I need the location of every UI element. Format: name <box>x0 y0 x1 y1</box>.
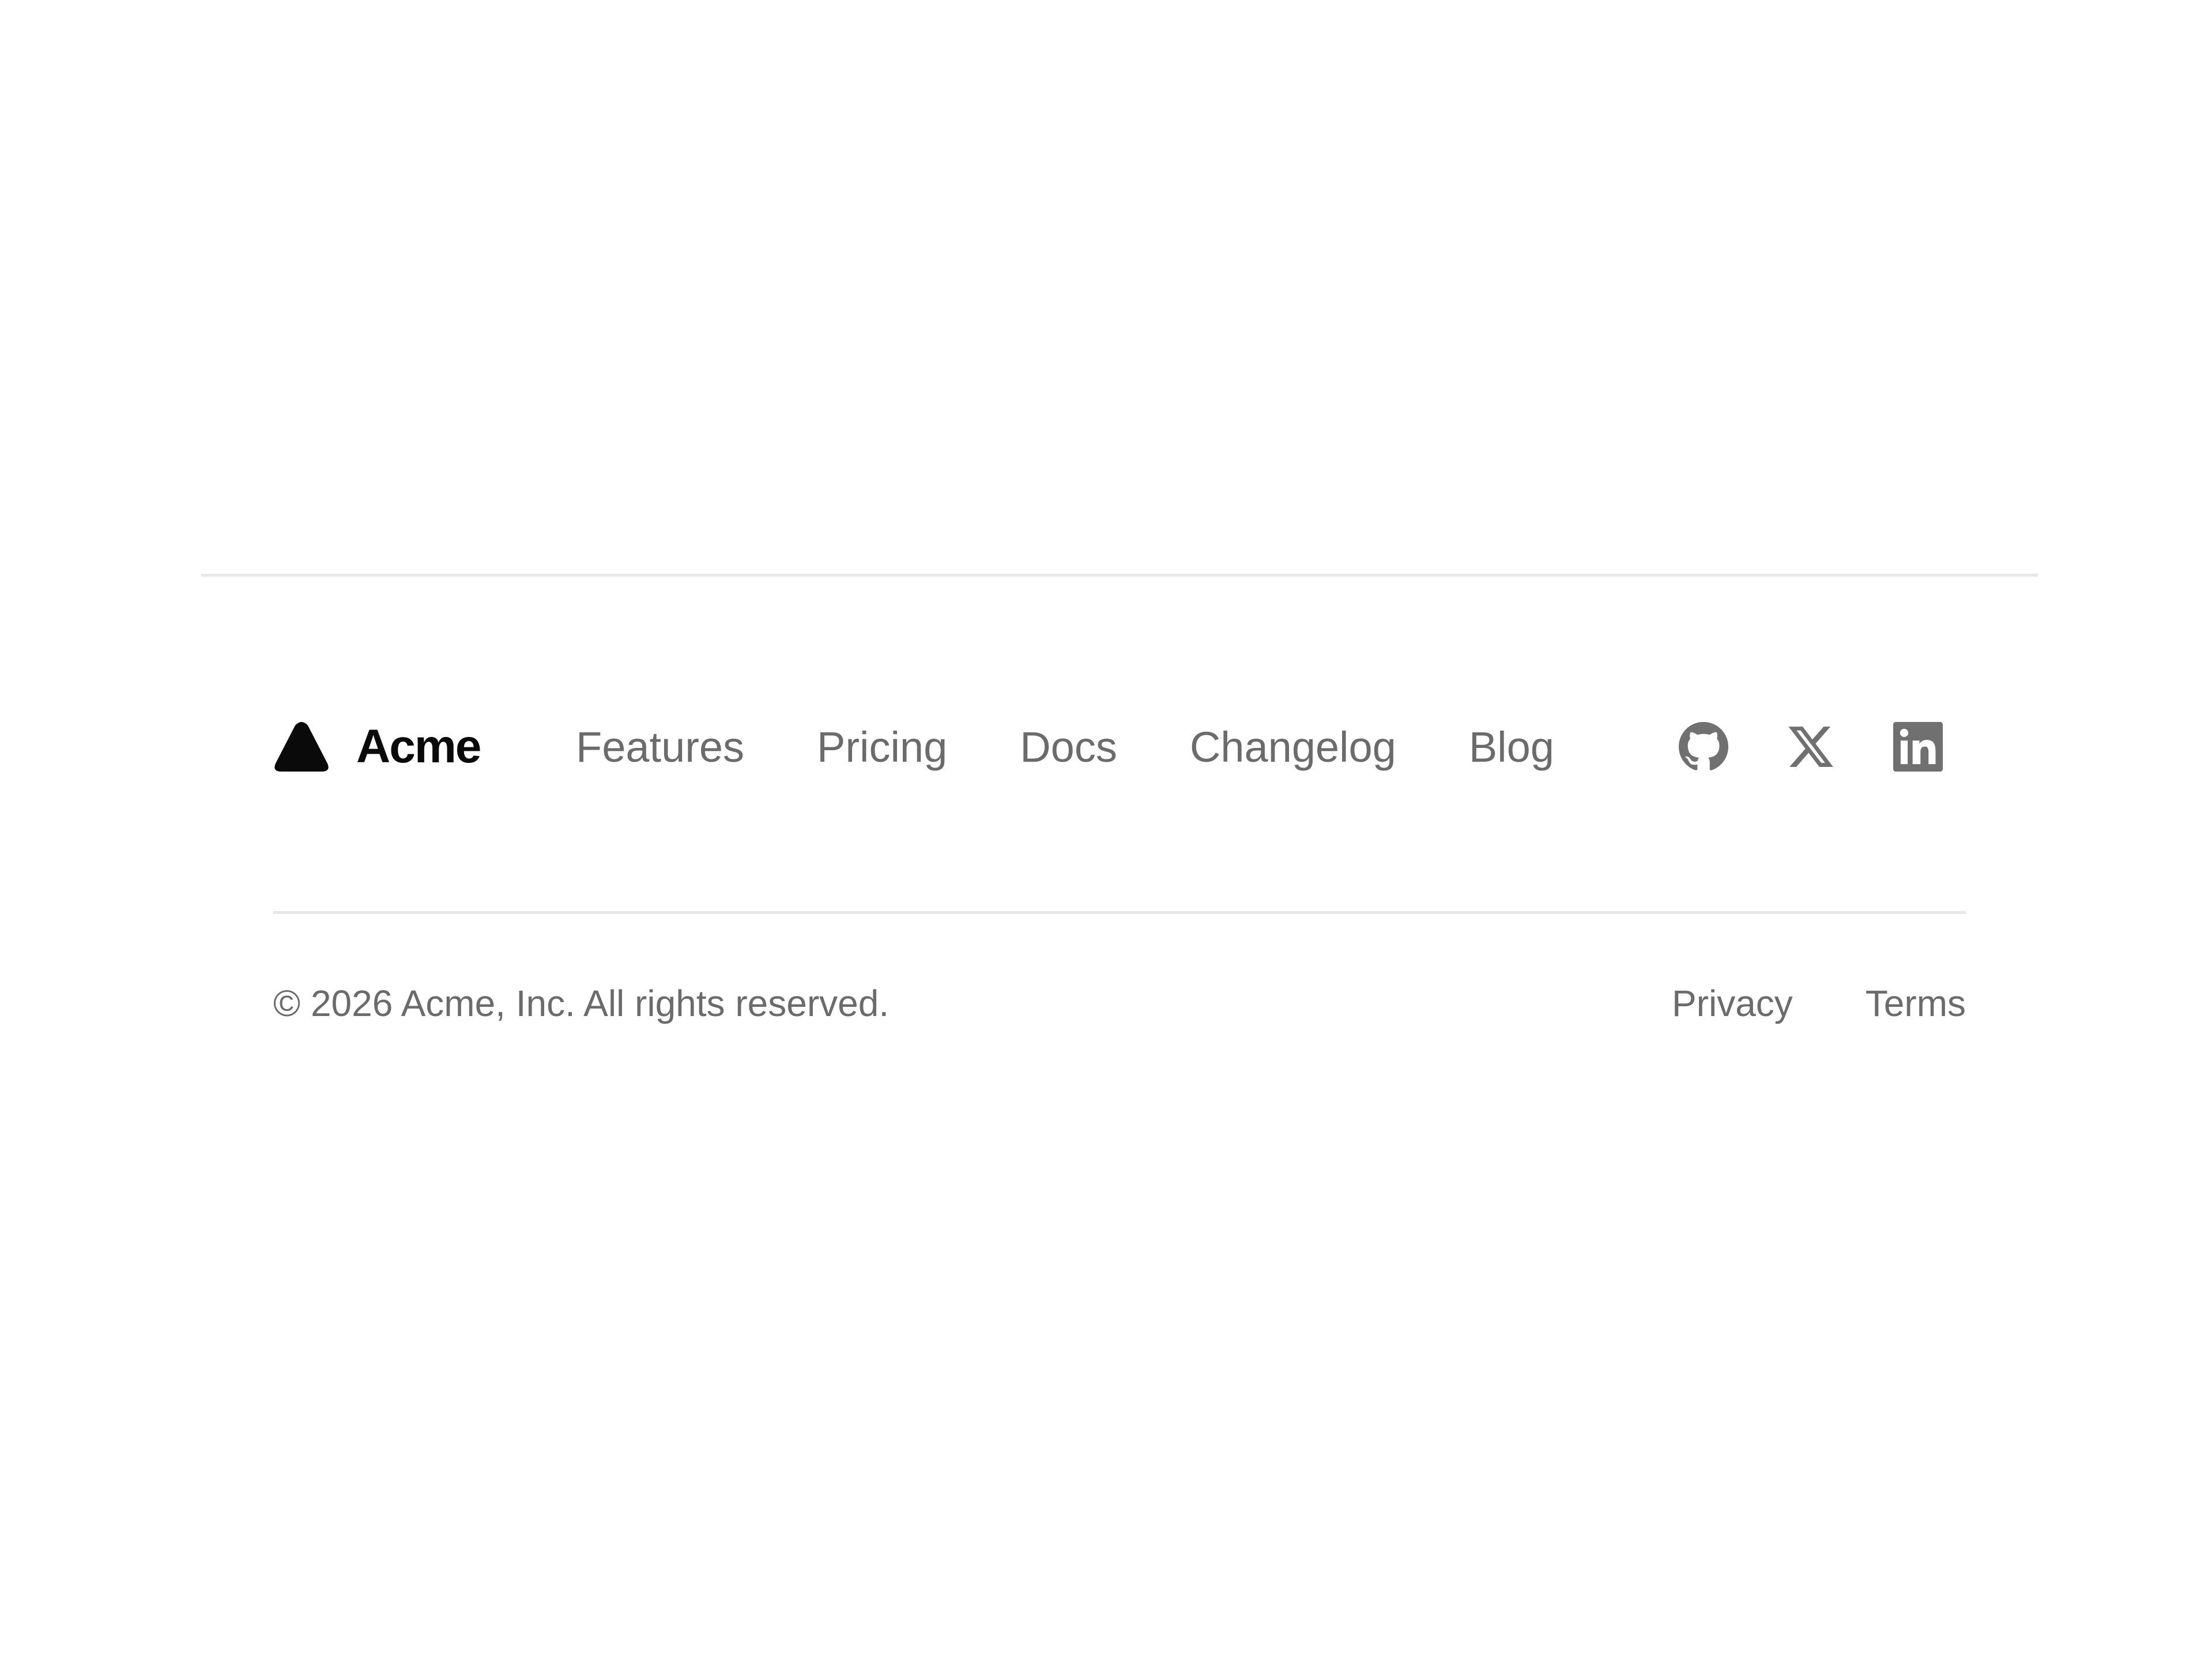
footer-nav: Features Pricing Docs Changelog Blog <box>576 721 1554 773</box>
privacy-link[interactable]: Privacy <box>1672 980 1793 1026</box>
triangle-logo-icon <box>274 722 329 772</box>
github-link[interactable] <box>1679 722 1728 772</box>
nav-link-changelog[interactable]: Changelog <box>1190 723 1396 772</box>
social-links <box>1679 722 1943 772</box>
brand-home-link[interactable]: Acme <box>273 720 481 773</box>
linkedin-link[interactable] <box>1893 722 1943 772</box>
footer-top-row: Acme Features Pricing Docs Changelog Blo… <box>273 720 1966 773</box>
footer-bottom-row: © 2026 Acme, Inc. All rights reserved. P… <box>273 980 1966 1026</box>
legal-links: Privacy Terms <box>1672 980 1966 1026</box>
footer-divider <box>273 911 1966 914</box>
nav-link-docs[interactable]: Docs <box>1020 723 1117 772</box>
copyright-text: © 2026 Acme, Inc. All rights reserved. <box>273 983 890 1024</box>
brand-name: Acme <box>356 720 481 773</box>
nav-link-blog[interactable]: Blog <box>1469 723 1554 772</box>
terms-link[interactable]: Terms <box>1866 980 1966 1026</box>
linkedin-icon <box>1893 722 1943 772</box>
site-footer: Acme Features Pricing Docs Changelog Blo… <box>201 574 2038 1024</box>
nav-link-features[interactable]: Features <box>576 723 744 772</box>
x-icon <box>1788 727 1833 767</box>
github-icon <box>1679 722 1728 770</box>
nav-link-pricing[interactable]: Pricing <box>817 723 947 772</box>
x-link[interactable] <box>1786 722 1836 772</box>
